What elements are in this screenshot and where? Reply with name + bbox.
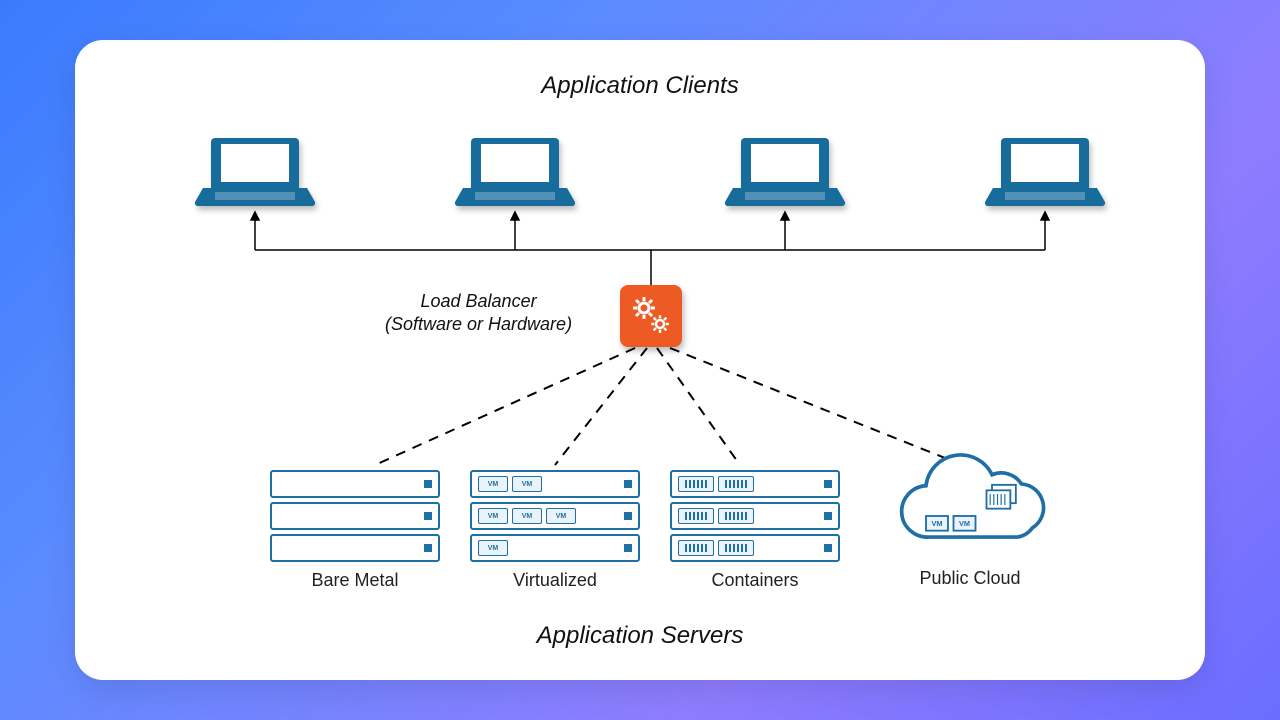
server-containers: Containers bbox=[670, 470, 840, 591]
servers-title: Application Servers bbox=[75, 622, 1205, 650]
diagram-card: Application Clients bbox=[75, 40, 1205, 680]
server-bare-metal: Bare Metal bbox=[270, 470, 440, 591]
load-balancer-node bbox=[620, 285, 682, 347]
server-label: Public Cloud bbox=[870, 568, 1070, 589]
server-stack-icon bbox=[670, 470, 840, 562]
load-balancer-label: Load Balancer (Software or Hardware) bbox=[385, 290, 572, 337]
server-label: Bare Metal bbox=[270, 570, 440, 591]
server-label: Containers bbox=[670, 570, 840, 591]
server-stack-icon bbox=[270, 470, 440, 562]
svg-text:VM: VM bbox=[959, 519, 970, 528]
cloud-icon: VM VM bbox=[870, 450, 1070, 560]
clients-title: Application Clients bbox=[75, 72, 1205, 100]
client-laptop-icon bbox=[985, 130, 1105, 210]
server-stack-icon: VMVM VMVMVM VM bbox=[470, 470, 640, 562]
gears-icon bbox=[627, 292, 675, 340]
server-public-cloud: VM VM Public Cloud bbox=[870, 450, 1070, 589]
svg-text:VM: VM bbox=[932, 519, 943, 528]
server-virtualized: VMVM VMVMVM VM Virtualized bbox=[470, 470, 640, 591]
client-laptop-icon bbox=[455, 130, 575, 210]
client-laptop-icon bbox=[725, 130, 845, 210]
client-laptop-icon bbox=[195, 130, 315, 210]
server-label: Virtualized bbox=[470, 570, 640, 591]
